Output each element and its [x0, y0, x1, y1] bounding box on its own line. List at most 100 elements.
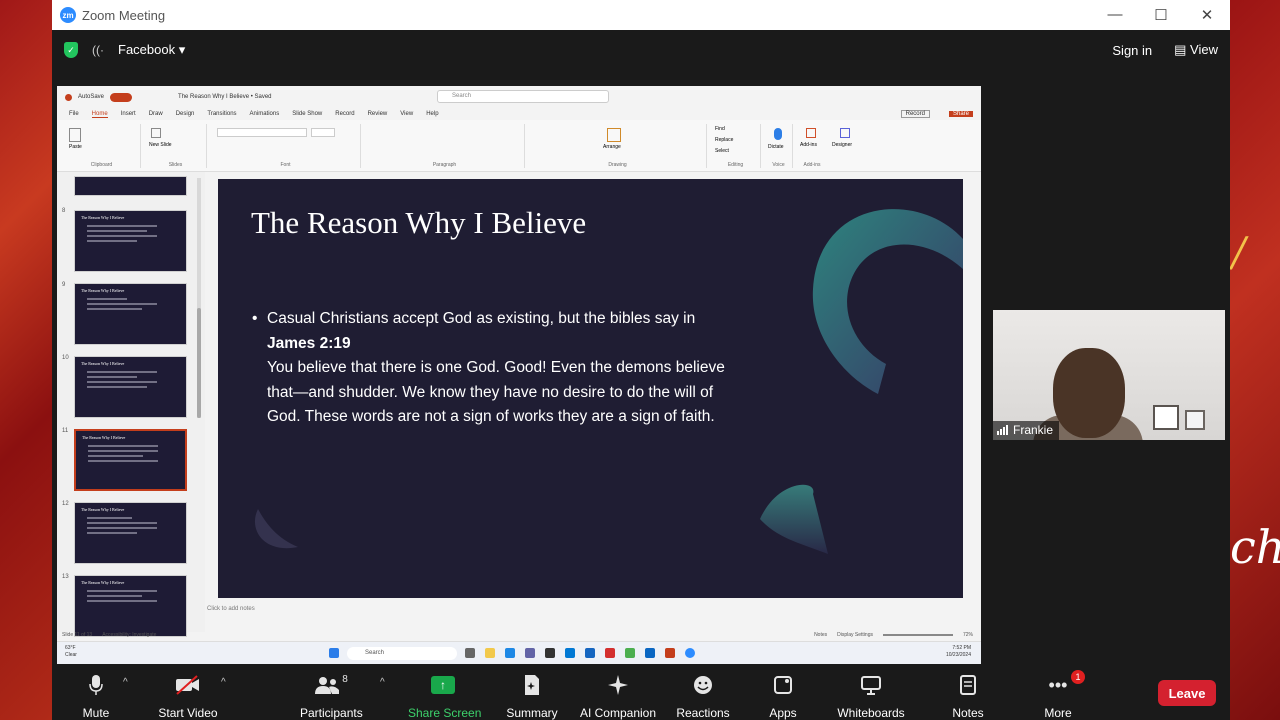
- notes-toggle[interactable]: Notes: [814, 632, 827, 638]
- taskbar-search[interactable]: Search: [347, 647, 457, 660]
- tab-insert[interactable]: Insert: [121, 111, 136, 117]
- notes-button[interactable]: Notes: [950, 672, 986, 720]
- taskbar-clock[interactable]: 7:52 PM 10/23/2024: [946, 645, 971, 659]
- weather-widget[interactable]: 63°F Clear: [65, 645, 77, 659]
- edge-icon[interactable]: [505, 648, 515, 658]
- slide-thumbnail-title: The Reason Why I Believe: [81, 580, 125, 585]
- zoom-taskbar-icon[interactable]: [685, 648, 695, 658]
- slide-thumbnail[interactable]: The Reason Why I Believe: [74, 210, 187, 272]
- word-icon[interactable]: [585, 648, 595, 658]
- slide-number: 10: [62, 355, 69, 361]
- drawing-group: Arrange Drawing: [529, 124, 707, 168]
- outlook-icon[interactable]: [645, 648, 655, 658]
- participants-options-caret[interactable]: ^: [380, 677, 385, 688]
- tab-view[interactable]: View: [400, 111, 413, 117]
- addins-icon[interactable]: [806, 128, 816, 138]
- powerpoint-icon: [65, 93, 72, 101]
- slide-thumbnail[interactable]: The Reason Why I Believe: [74, 356, 187, 418]
- tab-slide-show[interactable]: Slide Show: [292, 111, 322, 117]
- reactions-button[interactable]: Reactions: [676, 672, 730, 720]
- windows-taskbar: 63°F Clear Search 7:52 PM 10/23/2024: [57, 641, 981, 664]
- new-slide-icon[interactable]: [151, 128, 161, 138]
- font-family-select[interactable]: [217, 128, 307, 137]
- record-button[interactable]: Record: [900, 110, 930, 118]
- tab-review[interactable]: Review: [368, 111, 388, 117]
- app-icon[interactable]: [605, 648, 615, 658]
- slide-canvas[interactable]: The Reason Why I Believe • Casual Christ…: [218, 179, 963, 598]
- close-button[interactable]: ✕: [1184, 6, 1230, 24]
- ai-companion-button[interactable]: AI Companion: [578, 672, 658, 720]
- drawing-label: Drawing: [608, 162, 627, 168]
- whiteboards-button[interactable]: Whiteboards: [836, 672, 906, 720]
- slide-thumbnail-selected[interactable]: The Reason Why I Believe: [74, 429, 187, 491]
- tab-help[interactable]: Help: [426, 111, 438, 117]
- notes-placeholder[interactable]: Click to add notes: [207, 606, 255, 612]
- participants-button[interactable]: 8 Participants: [300, 672, 363, 720]
- share-screen-icon: ↑: [431, 676, 455, 694]
- security-shield-icon[interactable]: ✓: [64, 42, 78, 58]
- dictate-label: Dictate: [768, 144, 784, 150]
- mail-icon[interactable]: [565, 648, 575, 658]
- slide-body-text[interactable]: • Casual Christians accept God as existi…: [252, 307, 742, 430]
- thumbnails-scrollbar[interactable]: [197, 178, 201, 418]
- slide-title[interactable]: The Reason Why I Believe: [251, 205, 586, 241]
- arrange-icon[interactable]: [607, 128, 621, 142]
- paste-icon[interactable]: [69, 128, 81, 142]
- video-options-caret[interactable]: ^: [221, 677, 226, 688]
- tab-design[interactable]: Design: [176, 111, 195, 117]
- video-off-icon: [158, 672, 218, 698]
- start-video-button[interactable]: Start Video: [158, 672, 218, 720]
- find-button[interactable]: Find: [715, 126, 725, 132]
- voice-label: Voice: [772, 162, 785, 168]
- slide-thumbnail[interactable]: The Reason Why I Believe: [74, 502, 187, 564]
- teams-icon[interactable]: [525, 648, 535, 658]
- participant-video[interactable]: Frankie: [993, 310, 1225, 440]
- tab-transitions[interactable]: Transitions: [207, 111, 236, 117]
- file-explorer-icon[interactable]: [485, 648, 495, 658]
- sign-in-button[interactable]: Sign in: [1112, 43, 1152, 58]
- font-size-select[interactable]: [311, 128, 335, 137]
- replace-button[interactable]: Replace: [715, 137, 733, 143]
- accessibility-status[interactable]: Accessibility: Investigate: [102, 632, 156, 638]
- voice-group: Dictate Voice: [765, 124, 793, 168]
- summary-button[interactable]: Summary: [506, 672, 558, 720]
- audio-options-caret[interactable]: ^: [123, 677, 128, 688]
- zoom-slider[interactable]: [882, 633, 953, 636]
- slide-thumbnail[interactable]: The Reason Why I Believe: [74, 575, 187, 637]
- slide-thumbnail-title: The Reason Why I Believe: [82, 435, 126, 440]
- tab-draw[interactable]: Draw: [149, 111, 163, 117]
- share-source-dropdown[interactable]: Facebook ▾: [118, 42, 185, 58]
- select-button[interactable]: Select: [715, 148, 729, 154]
- search-input[interactable]: Search: [437, 90, 609, 103]
- autosave-toggle[interactable]: [110, 92, 133, 102]
- slide-body-line: Casual Christians accept God as existing…: [267, 310, 696, 327]
- powerpoint-status-bar: Slide 11 of 13 Accessibility: Investigat…: [57, 629, 981, 640]
- tab-file[interactable]: File: [69, 111, 79, 117]
- powerpoint-taskbar-icon[interactable]: [665, 648, 675, 658]
- slides-group: New Slide Slides: [145, 124, 207, 168]
- slide-thumbnail[interactable]: The Reason Why I Believe: [74, 283, 187, 345]
- share-button[interactable]: Share: [948, 111, 973, 117]
- zoom-level[interactable]: 72%: [963, 632, 973, 638]
- mute-button[interactable]: Mute: [74, 672, 118, 720]
- whiteboards-label: Whiteboards: [837, 706, 905, 720]
- display-settings[interactable]: Display Settings: [837, 632, 873, 638]
- tab-record[interactable]: Record: [335, 111, 354, 117]
- share-screen-button[interactable]: ↑ Share Screen: [408, 672, 481, 720]
- chrome-icon[interactable]: [625, 648, 635, 658]
- minimize-button[interactable]: —: [1092, 6, 1138, 24]
- store-icon[interactable]: [545, 648, 555, 658]
- tab-animations[interactable]: Animations: [250, 111, 280, 117]
- tab-home[interactable]: Home: [91, 111, 108, 118]
- leave-button[interactable]: Leave: [1158, 680, 1216, 706]
- start-video-label: Start Video: [158, 706, 218, 720]
- designer-icon[interactable]: [840, 128, 850, 138]
- task-view-icon[interactable]: [465, 648, 475, 658]
- slide-thumbnail[interactable]: [74, 176, 187, 196]
- connection-icon[interactable]: ((·: [92, 43, 104, 57]
- start-icon[interactable]: [329, 648, 339, 658]
- view-button[interactable]: ▤ View: [1174, 42, 1218, 58]
- maximize-button[interactable]: ☐: [1138, 6, 1184, 24]
- dictate-icon[interactable]: [774, 128, 782, 140]
- apps-button[interactable]: Apps: [766, 672, 800, 720]
